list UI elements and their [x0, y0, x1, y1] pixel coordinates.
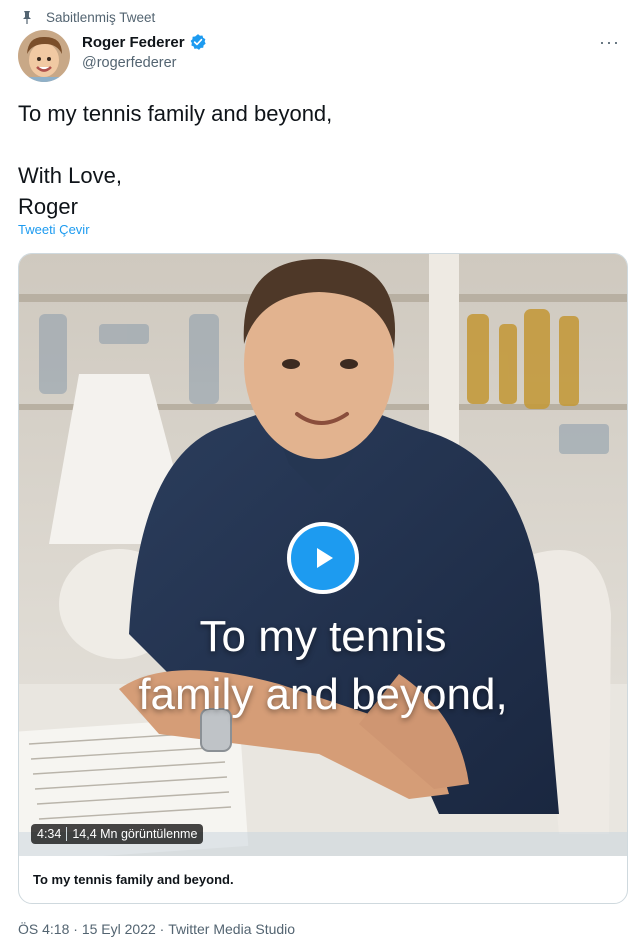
video-views: 14,4 Mn görüntülenme [72, 827, 198, 841]
pinned-indicator: Sabitlenmiş Tweet [20, 8, 155, 26]
video-caption-line-2: family and beyond, [138, 670, 508, 719]
video-player[interactable]: To my tennis family and beyond, 4:34 14,… [19, 254, 627, 856]
more-options-icon[interactable]: ··· [599, 32, 620, 53]
media-title[interactable]: To my tennis family and beyond. [33, 872, 234, 887]
tweet-date[interactable]: 15 Eyl 2022 [82, 921, 156, 937]
tweet-header: Roger Federer @rogerfederer ··· [18, 30, 622, 82]
video-badge: 4:34 14,4 Mn görüntülenme [31, 824, 204, 844]
translate-link[interactable]: Tweeti Çevir [18, 222, 90, 237]
verified-badge-icon [190, 34, 206, 50]
author-handle[interactable]: @rogerfederer [82, 55, 177, 71]
badge-divider [66, 827, 68, 841]
tweet-source[interactable]: Twitter Media Studio [168, 921, 295, 937]
avatar-image [18, 30, 70, 82]
tweet-text: To my tennis family and beyond, With Lov… [18, 101, 333, 219]
pin-icon [23, 11, 31, 24]
tweet-time[interactable]: ÖS 4:18 [18, 921, 69, 937]
play-button[interactable] [287, 522, 359, 594]
video-duration: 4:34 [37, 827, 62, 841]
video-caption-line-1: To my tennis [199, 612, 447, 661]
play-icon [317, 548, 333, 568]
media-card[interactable]: To my tennis family and beyond, 4:34 14,… [18, 253, 628, 904]
meta-separator: · [155, 921, 169, 937]
author-name-row: Roger Federer [82, 33, 207, 51]
meta-separator: · [69, 921, 82, 937]
author-name[interactable]: Roger Federer [82, 34, 185, 51]
pinned-label: Sabitlenmiş Tweet [46, 9, 156, 25]
avatar[interactable] [18, 30, 70, 82]
tweet-metadata: ÖS 4:18 · 15 Eyl 2022 · Twitter Media St… [18, 921, 295, 937]
